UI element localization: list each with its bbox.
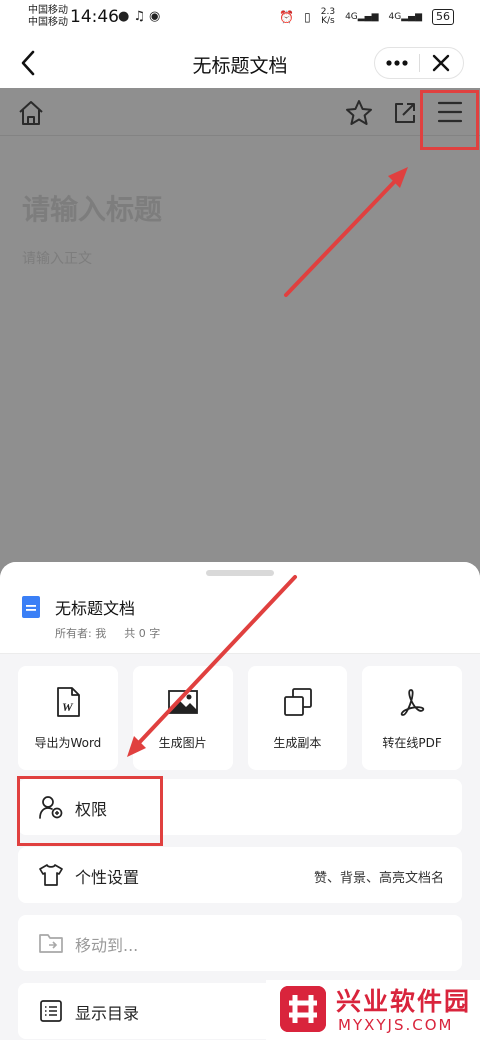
title-placeholder[interactable]: 请输入标题 [22,188,162,228]
row-label: 显示目录 [75,1004,140,1023]
row-hint: 赞、背景、高亮文档名 [313,871,444,886]
drag-handle[interactable] [206,570,274,576]
row-label: 移动到... [75,936,139,955]
close-icon [433,54,450,72]
copy-icon [283,688,312,716]
notification-icons: ●♫◉ [118,9,164,24]
image-icon [167,690,198,714]
net-speed: 2.3 K/s [321,8,335,26]
doc-meta: 所有者: 我 共 0 字 [55,625,178,641]
more-button[interactable] [375,48,419,78]
mini-program-capsule [374,47,464,79]
watermark-name-en: MYXYJS.COM [338,1016,454,1034]
watermark-name-cn: 兴业软件园 [336,987,472,1016]
tile-label: 生成图片 [158,736,207,750]
close-button[interactable] [419,48,463,78]
signal-1-label: 4G [345,12,358,22]
vibrate-icon: ▯ [304,10,311,24]
signal-2-label: 4G [388,12,402,22]
signal-2-icon: 4G▂▄▆ [388,12,422,22]
share-button[interactable] [390,98,420,128]
alarm-off-icon: ⏰ [279,10,295,24]
more-dots-icon [386,60,408,66]
document-icon [22,596,40,618]
home-button[interactable] [16,98,46,128]
row-label: 个性设置 [75,868,140,887]
carrier-2: 中国移动 [28,17,68,28]
carrier-1: 中国移动 [28,5,68,16]
home-icon [19,101,43,125]
body-placeholder[interactable]: 请输入正文 [22,248,92,268]
editor-toolbar [0,88,480,136]
favorite-button[interactable] [344,98,374,128]
tile-label: 导出为Word [34,736,102,750]
list-icon [40,1000,62,1022]
svg-text:W: W [62,700,74,714]
pdf-icon [401,689,425,716]
generate-image-button[interactable]: 生成图片 [132,666,233,770]
move-to-row[interactable]: 移动到... [18,915,462,971]
sheet-header: 无标题文档 所有者: 我 共 0 字 [0,562,480,654]
battery-icon: 56 [432,9,454,25]
watermark: 兴业软件园 MYXYJS.COM [266,980,480,1040]
permission-highlight-box [17,776,163,846]
star-icon [346,100,372,125]
personalize-row[interactable]: 个性设置 赞、背景、高亮文档名 [18,847,462,903]
sheet-doc-name: 无标题文档 [55,599,136,618]
status-bar: 中国移动 中国移动 14:46 ●♫◉ ⏰ ▯ 2.3 K/s 4G▂▄▆ 4G… [0,0,480,38]
doc-owner: 所有者: 我 [55,627,107,640]
tile-label: 转在线PDF [382,736,442,750]
net-speed-unit: K/s [321,16,335,26]
arrow-to-menu [284,167,408,297]
chat-bubble-icon: ● [118,9,134,24]
action-tiles: W 导出为Word 生成图片 生成副本 转在线PDF [18,666,462,770]
tshirt-icon [39,864,63,886]
status-time: 14:46 [70,7,119,27]
menu-highlight-box [420,90,479,150]
tile-label: 生成副本 [273,736,322,750]
eye-icon: ◉ [149,9,165,24]
carrier-names: 中国移动 中国移动 [28,5,68,29]
headphones-icon: ♫ [133,9,149,24]
watermark-logo-icon [280,986,326,1032]
status-right: ⏰ ▯ 2.3 K/s 4G▂▄▆ 4G▂▄▆ 56 [279,8,454,26]
make-copy-button[interactable]: 生成副本 [247,666,348,770]
doc-word-count: 共 0 字 [124,627,161,640]
folder-move-icon [39,934,63,953]
external-link-icon [395,103,415,123]
signal-1-icon: 4G▂▄▆ [345,12,379,22]
word-file-icon: W [57,687,80,717]
title-bar: 无标题文档 [0,38,480,88]
export-word-button[interactable]: W 导出为Word [18,666,118,770]
convert-pdf-button[interactable]: 转在线PDF [362,666,462,770]
